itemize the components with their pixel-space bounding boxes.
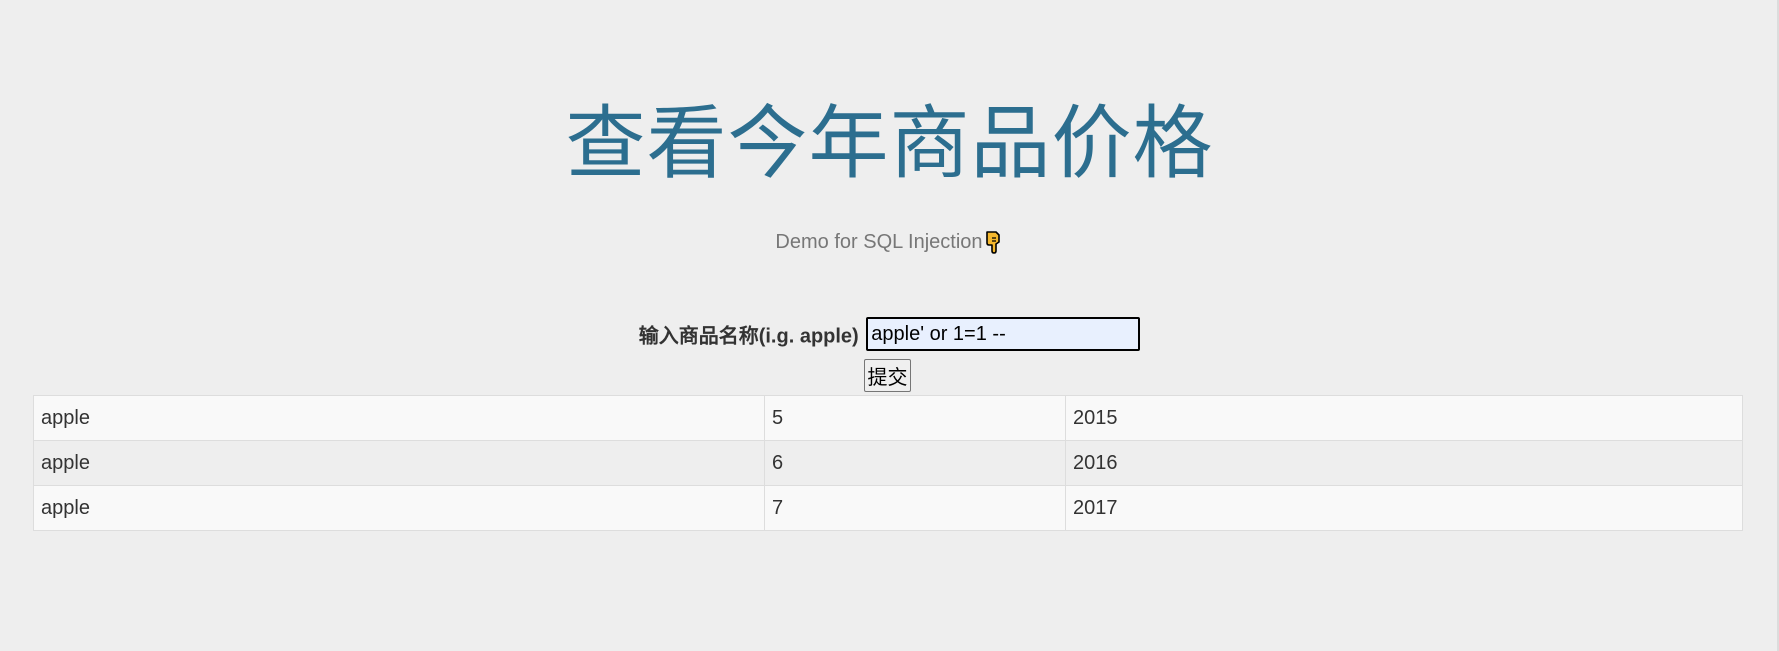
year-cell: 2016 <box>1065 440 1743 486</box>
page-title: 查看今年商品价格 <box>565 97 1214 190</box>
product-name-input[interactable] <box>866 317 1141 351</box>
subtitle-text: Demo for SQL Injection <box>775 231 983 253</box>
results-table: apple 5 2015 apple 6 2016 apple 7 2017 <box>33 395 1743 531</box>
page-subtitle: Demo for SQL Injection <box>0 229 1779 255</box>
product-name-cell: apple <box>33 485 765 531</box>
product-name-cell: apple <box>33 440 765 486</box>
product-name-cell: apple <box>33 395 765 441</box>
price-cell: 7 <box>764 485 1066 531</box>
product-name-label: 输入商品名称(i.g. apple) <box>638 325 859 348</box>
year-cell: 2015 <box>1065 395 1743 441</box>
table-row: apple 6 2016 <box>33 440 1743 486</box>
price-cell: 6 <box>764 440 1066 486</box>
table-row: apple 5 2015 <box>33 395 1743 441</box>
table-row: apple 7 2017 <box>33 485 1743 531</box>
submit-button[interactable]: 提交 <box>864 359 911 392</box>
search-form: 输入商品名称(i.g. apple) <box>0 317 1779 351</box>
price-cell: 5 <box>764 395 1066 441</box>
pointing-down-hand-icon <box>984 229 1004 255</box>
year-cell: 2017 <box>1065 485 1743 531</box>
